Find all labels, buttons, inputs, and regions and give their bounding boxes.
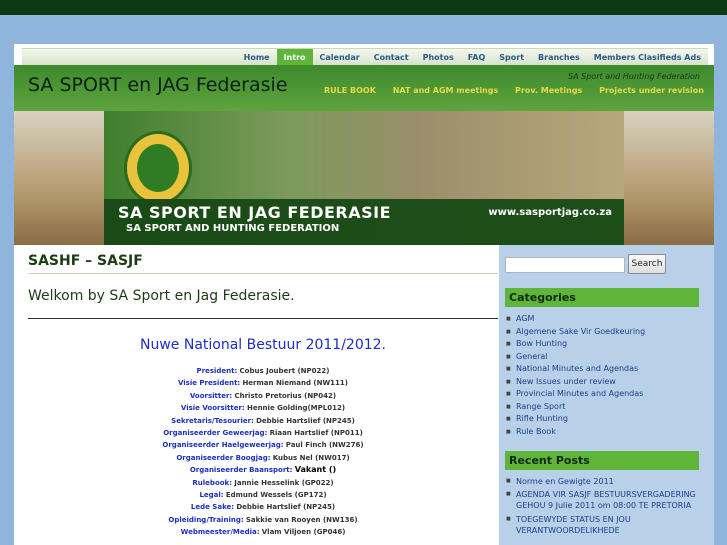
nav-prov-meetings[interactable]: Prov. Meetings bbox=[515, 86, 582, 95]
committee-headline: Nuwe National Bestuur 2011/2012. bbox=[139, 337, 387, 353]
federation-logo-icon bbox=[124, 131, 192, 205]
role-holder: Paul Finch (NW276) bbox=[285, 441, 364, 450]
committee-row: Voorsitter: Christo Pretorius (NP042) bbox=[28, 390, 498, 402]
nav-members-classifieds[interactable]: Members Clasifieds Ads bbox=[587, 49, 708, 66]
banner-url: www.sasportjag.co.za bbox=[488, 207, 612, 218]
recent-post-link[interactable]: TOEGEWYDE STATUS EN JOU VERANTWOORDELIKH… bbox=[505, 514, 699, 536]
role-label: Organiseerder Haelgeweerjag: bbox=[162, 441, 284, 450]
committee-row: Visie Voorsitter: Hennie Golding(MPL012) bbox=[28, 402, 498, 414]
role-label: Visie Voorsitter: bbox=[180, 404, 245, 413]
role-holder: Debbie Hartslief (NP245) bbox=[236, 503, 336, 512]
page-container: Home Intro Calendar Contact Photos FAQ Sport Br… bbox=[14, 44, 714, 545]
role-holder: Sakkie van Rooyen (NW136) bbox=[245, 515, 358, 524]
role-label: Visie President: bbox=[177, 379, 241, 388]
role-label: Opleiding/Training: bbox=[168, 515, 244, 524]
role-label: Sekretaris/Tesourier: bbox=[171, 416, 254, 425]
role-holder: Vlam Viljoen (GP046) bbox=[261, 528, 346, 537]
nav-rule-book[interactable]: RULE BOOK bbox=[324, 86, 376, 95]
role-holder: Hennie Golding(MPL012) bbox=[246, 404, 346, 413]
nav-faq[interactable]: FAQ bbox=[461, 49, 493, 66]
committee-row: Opleiding/Training: Sakkie van Rooyen (N… bbox=[28, 514, 498, 526]
site-tagline: SA Sport and Hunting Federation bbox=[568, 72, 700, 81]
role-label: Organiseerder Boogjag: bbox=[176, 453, 271, 462]
site-header: SA SPORT en JAG Federasie SA Sport and H… bbox=[14, 65, 714, 111]
welcome-text: Welkom by SA Sport en Jag Federasie. bbox=[28, 288, 498, 319]
committee-row: Organiseerder Haelgeweerjag: Paul Finch … bbox=[28, 439, 498, 451]
category-link[interactable]: Range Sport bbox=[505, 401, 699, 414]
role-holder: Herman Niemand (NW111) bbox=[242, 379, 348, 388]
committee-row: Rulebook: Jannie Hesselink (GP022) bbox=[28, 477, 498, 489]
antelope-image-right bbox=[624, 111, 714, 245]
top-bar bbox=[0, 0, 727, 15]
committee-row: President: Cobus Joubert (NP022) bbox=[28, 365, 498, 377]
site-title[interactable]: SA SPORT en JAG Federasie bbox=[28, 74, 288, 96]
banner-subtitle: SA SPORT AND HUNTING FEDERATION bbox=[126, 223, 340, 234]
category-link[interactable]: Algemene Sake Vir Goedkeuring bbox=[505, 326, 699, 339]
main-content: SASHF – SASJF Welkom by SA Sport en Jag … bbox=[28, 253, 498, 538]
search-button[interactable]: Search bbox=[628, 254, 666, 274]
category-link[interactable]: General bbox=[505, 351, 699, 364]
recent-post-link[interactable]: AGENDA VIR SASJF BESTUURSVERGADERING GEH… bbox=[505, 489, 699, 511]
header-banner: SA SPORT EN JAG FEDERASIE SA SPORT AND H… bbox=[14, 111, 714, 245]
role-label: Organiseerder Geweerjag: bbox=[163, 428, 268, 437]
recent-posts-heading: Recent Posts bbox=[505, 451, 699, 470]
nav-photos[interactable]: Photos bbox=[416, 49, 461, 66]
category-link[interactable]: Provincial Minutes and Agendas bbox=[505, 388, 699, 401]
category-link[interactable]: Rifle Hunting bbox=[505, 413, 699, 426]
role-holder: Christo Pretorius (NP042) bbox=[234, 391, 337, 400]
recent-posts-list: Norme en Gewigte 2011 AGENDA VIR SASJF B… bbox=[505, 476, 699, 538]
role-label: Organiseerder Baansport: bbox=[189, 466, 293, 475]
recent-post-link[interactable]: Norme en Gewigte 2011 bbox=[505, 476, 699, 487]
committee-row: Lede Sake: Debbie Hartslief (NP245) bbox=[28, 501, 498, 513]
committee-row: Webmeester/Media: Vlam Viljoen (GP046) bbox=[28, 526, 498, 538]
role-holder: Debbie Hartslief (NP245) bbox=[256, 416, 355, 425]
banner-photo-collage: SA SPORT EN JAG FEDERASIE SA SPORT AND H… bbox=[104, 111, 624, 245]
category-link[interactable]: Rule Book bbox=[505, 426, 699, 439]
role-holder: Jannie Hesselink (GP022) bbox=[234, 478, 334, 487]
secondary-nav: RULE BOOK NAT and AGM meetings Prov. Mee… bbox=[310, 86, 704, 95]
role-label: Voorsitter: bbox=[189, 391, 233, 400]
role-holder: Riaan Hartslief (NP011) bbox=[269, 428, 363, 437]
role-holder: Edmund Wessels (GP172) bbox=[225, 490, 327, 499]
nav-contact[interactable]: Contact bbox=[367, 49, 416, 66]
nav-calendar[interactable]: Calendar bbox=[313, 49, 367, 66]
category-link[interactable]: Bow Hunting bbox=[505, 338, 699, 351]
nav-intro[interactable]: Intro bbox=[276, 49, 313, 66]
post-title[interactable]: SASHF – SASJF bbox=[28, 253, 498, 274]
nav-projects-under-revision[interactable]: Projects under revision bbox=[599, 86, 704, 95]
sidebar: Search Categories AGM Algemene Sake Vir … bbox=[499, 245, 714, 545]
role-label: Lede Sake: bbox=[190, 503, 235, 512]
primary-nav: Home Intro Calendar Contact Photos FAQ Sport Br… bbox=[22, 48, 708, 66]
category-link[interactable]: National Minutes and Agendas bbox=[505, 363, 699, 376]
role-label: Legal: bbox=[199, 490, 224, 499]
nav-home[interactable]: Home bbox=[237, 49, 277, 66]
role-holder: Vakant () bbox=[294, 465, 337, 475]
antelope-image-left bbox=[14, 111, 104, 245]
role-holder: Cobus Joubert (NP022) bbox=[239, 367, 330, 375]
committee-row: Organiseerder Geweerjag: Riaan Hartslief… bbox=[28, 427, 498, 439]
category-link[interactable]: AGM bbox=[505, 313, 699, 326]
categories-heading: Categories bbox=[505, 288, 699, 307]
committee-row: Sekretaris/Tesourier: Debbie Hartslief (… bbox=[28, 415, 498, 427]
role-label: President: bbox=[196, 367, 238, 375]
nav-sport[interactable]: Sport bbox=[492, 49, 531, 66]
banner-title: SA SPORT EN JAG FEDERASIE bbox=[118, 203, 392, 222]
search-input[interactable] bbox=[505, 257, 625, 273]
role-label: Webmeester/Media: bbox=[180, 528, 260, 537]
committee-row: Organiseerder Baansport: Vakant () bbox=[28, 464, 498, 476]
committee-list: President: Cobus Joubert (NP022) Visie P… bbox=[28, 365, 498, 538]
category-link[interactable]: New Issues under review bbox=[505, 376, 699, 389]
committee-row: Legal: Edmund Wessels (GP172) bbox=[28, 489, 498, 501]
nav-branches[interactable]: Branches bbox=[531, 49, 587, 66]
role-holder: Kubus Nel (NW017) bbox=[272, 453, 350, 462]
committee-row: Organiseerder Boogjag: Kubus Nel (NW017) bbox=[28, 452, 498, 464]
nav-nat-agm-meetings[interactable]: NAT and AGM meetings bbox=[393, 86, 499, 95]
categories-list: AGM Algemene Sake Vir Goedkeuring Bow Hu… bbox=[505, 313, 699, 438]
committee-row: Visie President: Herman Niemand (NW111) bbox=[28, 377, 498, 389]
role-label: Rulebook: bbox=[192, 478, 233, 487]
